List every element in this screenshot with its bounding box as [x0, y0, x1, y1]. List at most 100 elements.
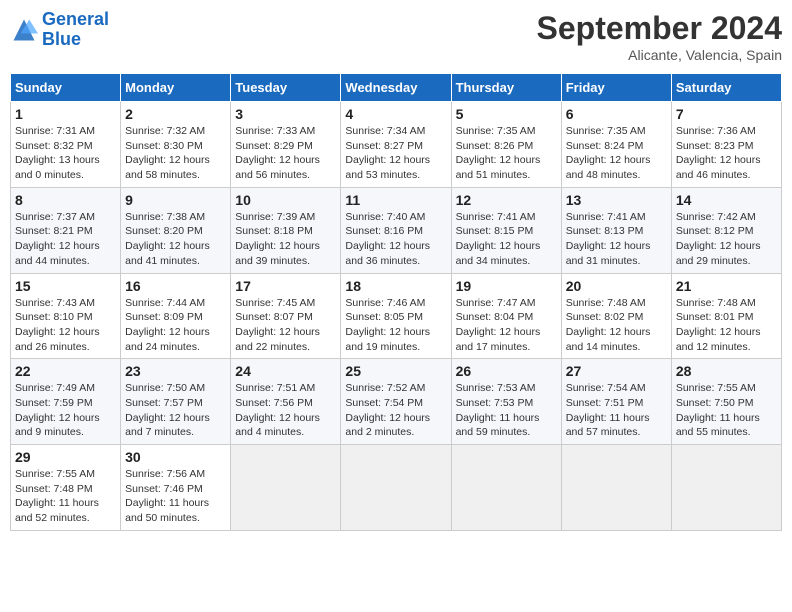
day-info: Sunrise: 7:41 AMSunset: 8:13 PMDaylight:… [566, 210, 667, 269]
logo: General Blue [10, 10, 109, 50]
day-info: Sunrise: 7:32 AMSunset: 8:30 PMDaylight:… [125, 124, 226, 183]
day-info: Sunrise: 7:34 AMSunset: 8:27 PMDaylight:… [345, 124, 446, 183]
weekday-header-saturday: Saturday [671, 74, 781, 102]
day-number: 24 [235, 363, 336, 379]
day-number: 23 [125, 363, 226, 379]
day-info: Sunrise: 7:38 AMSunset: 8:20 PMDaylight:… [125, 210, 226, 269]
calendar-cell: 20Sunrise: 7:48 AMSunset: 8:02 PMDayligh… [561, 273, 671, 359]
day-info: Sunrise: 7:33 AMSunset: 8:29 PMDaylight:… [235, 124, 336, 183]
day-info: Sunrise: 7:49 AMSunset: 7:59 PMDaylight:… [15, 381, 116, 440]
day-info: Sunrise: 7:52 AMSunset: 7:54 PMDaylight:… [345, 381, 446, 440]
weekday-header-sunday: Sunday [11, 74, 121, 102]
day-number: 7 [676, 106, 777, 122]
calendar-cell: 19Sunrise: 7:47 AMSunset: 8:04 PMDayligh… [451, 273, 561, 359]
month-title: September 2024 [537, 10, 782, 47]
day-number: 14 [676, 192, 777, 208]
page-header: General Blue September 2024 Alicante, Va… [10, 10, 782, 63]
calendar-cell: 11Sunrise: 7:40 AMSunset: 8:16 PMDayligh… [341, 187, 451, 273]
day-number: 26 [456, 363, 557, 379]
calendar-week-4: 22Sunrise: 7:49 AMSunset: 7:59 PMDayligh… [11, 359, 782, 445]
calendar-cell: 24 Sunrise: 7:51 AMSunset: 7:56 PMDayligh… [231, 359, 341, 445]
day-number: 18 [345, 278, 446, 294]
day-info: Sunrise: 7:31 AMSunset: 8:32 PMDaylight:… [15, 124, 116, 183]
day-info: Sunrise: 7:44 AMSunset: 8:09 PMDaylight:… [125, 296, 226, 355]
day-info: Sunrise: 7:51 AMSunset: 7:56 PMDaylight:… [235, 381, 336, 440]
calendar-cell: 14 Sunrise: 7:42 AMSunset: 8:12 PMDayligh… [671, 187, 781, 273]
day-number: 6 [566, 106, 667, 122]
calendar-cell: 12Sunrise: 7:41 AMSunset: 8:15 PMDayligh… [451, 187, 561, 273]
day-info: Sunrise: 7:43 AMSunset: 8:10 PMDaylight:… [15, 296, 116, 355]
day-number: 13 [566, 192, 667, 208]
day-info: Sunrise: 7:53 AMSunset: 7:53 PMDaylight:… [456, 381, 557, 440]
calendar-cell: 2 Sunrise: 7:32 AMSunset: 8:30 PMDaylight… [121, 102, 231, 188]
day-info: Sunrise: 7:54 AMSunset: 7:51 PMDaylight:… [566, 381, 667, 440]
calendar-cell: 3 Sunrise: 7:33 AMSunset: 8:29 PMDaylight… [231, 102, 341, 188]
day-number: 9 [125, 192, 226, 208]
calendar-cell: 18 Sunrise: 7:46 AMSunset: 8:05 PMDayligh… [341, 273, 451, 359]
calendar-cell: 4 Sunrise: 7:34 AMSunset: 8:27 PMDaylight… [341, 102, 451, 188]
day-number: 3 [235, 106, 336, 122]
day-number: 1 [15, 106, 116, 122]
day-info: Sunrise: 7:35 AMSunset: 8:24 PMDaylight:… [566, 124, 667, 183]
calendar-cell: 8 Sunrise: 7:37 AMSunset: 8:21 PMDaylight… [11, 187, 121, 273]
logo-blue: Blue [42, 29, 81, 49]
weekday-header-monday: Monday [121, 74, 231, 102]
day-number: 2 [125, 106, 226, 122]
day-info: Sunrise: 7:39 AMSunset: 8:18 PMDaylight:… [235, 210, 336, 269]
calendar-cell: 16Sunrise: 7:44 AMSunset: 8:09 PMDayligh… [121, 273, 231, 359]
day-number: 29 [15, 449, 116, 465]
day-number: 27 [566, 363, 667, 379]
day-number: 12 [456, 192, 557, 208]
day-number: 30 [125, 449, 226, 465]
calendar-cell: 9 Sunrise: 7:38 AMSunset: 8:20 PMDaylight… [121, 187, 231, 273]
day-info: Sunrise: 7:42 AMSunset: 8:12 PMDaylight:… [676, 210, 777, 269]
day-number: 28 [676, 363, 777, 379]
day-number: 15 [15, 278, 116, 294]
day-number: 8 [15, 192, 116, 208]
day-number: 21 [676, 278, 777, 294]
calendar-cell [231, 445, 341, 531]
day-number: 25 [345, 363, 446, 379]
day-info: Sunrise: 7:50 AMSunset: 7:57 PMDaylight:… [125, 381, 226, 440]
day-info: Sunrise: 7:56 AMSunset: 7:46 PMDaylight:… [125, 467, 226, 526]
calendar-cell: 29 Sunrise: 7:55 AMSunset: 7:48 PMDayligh… [11, 445, 121, 531]
calendar-week-1: 1 Sunrise: 7:31 AMSunset: 8:32 PMDaylight… [11, 102, 782, 188]
day-info: Sunrise: 7:36 AMSunset: 8:23 PMDaylight:… [676, 124, 777, 183]
calendar-cell: 17 Sunrise: 7:45 AMSunset: 8:07 PMDayligh… [231, 273, 341, 359]
calendar-cell: 13 Sunrise: 7:41 AMSunset: 8:13 PMDayligh… [561, 187, 671, 273]
logo-general: General [42, 9, 109, 29]
day-info: Sunrise: 7:40 AMSunset: 8:16 PMDaylight:… [345, 210, 446, 269]
weekday-header-row: SundayMondayTuesdayWednesdayThursdayFrid… [11, 74, 782, 102]
calendar-cell [561, 445, 671, 531]
calendar-cell: 23 Sunrise: 7:50 AMSunset: 7:57 PMDayligh… [121, 359, 231, 445]
weekday-header-thursday: Thursday [451, 74, 561, 102]
day-info: Sunrise: 7:35 AMSunset: 8:26 PMDaylight:… [456, 124, 557, 183]
day-info: Sunrise: 7:45 AMSunset: 8:07 PMDaylight:… [235, 296, 336, 355]
day-info: Sunrise: 7:48 AMSunset: 8:01 PMDaylight:… [676, 296, 777, 355]
day-number: 5 [456, 106, 557, 122]
day-number: 4 [345, 106, 446, 122]
day-number: 20 [566, 278, 667, 294]
logo-text: General Blue [42, 10, 109, 50]
calendar-cell: 10 Sunrise: 7:39 AMSunset: 8:18 PMDayligh… [231, 187, 341, 273]
day-info: Sunrise: 7:47 AMSunset: 8:04 PMDaylight:… [456, 296, 557, 355]
calendar-cell [671, 445, 781, 531]
day-number: 10 [235, 192, 336, 208]
calendar-cell: 7 Sunrise: 7:36 AMSunset: 8:23 PMDaylight… [671, 102, 781, 188]
calendar-cell: 28Sunrise: 7:55 AMSunset: 7:50 PMDayligh… [671, 359, 781, 445]
calendar-week-3: 15 Sunrise: 7:43 AMSunset: 8:10 PMDayligh… [11, 273, 782, 359]
calendar-cell: 25 Sunrise: 7:52 AMSunset: 7:54 PMDayligh… [341, 359, 451, 445]
calendar-cell: 21 Sunrise: 7:48 AMSunset: 8:01 PMDayligh… [671, 273, 781, 359]
weekday-header-wednesday: Wednesday [341, 74, 451, 102]
day-info: Sunrise: 7:37 AMSunset: 8:21 PMDaylight:… [15, 210, 116, 269]
title-block: September 2024 Alicante, Valencia, Spain [537, 10, 782, 63]
day-number: 17 [235, 278, 336, 294]
calendar-cell: 1 Sunrise: 7:31 AMSunset: 8:32 PMDaylight… [11, 102, 121, 188]
calendar-table: SundayMondayTuesdayWednesdayThursdayFrid… [10, 73, 782, 531]
day-info: Sunrise: 7:46 AMSunset: 8:05 PMDaylight:… [345, 296, 446, 355]
logo-icon [10, 16, 38, 44]
calendar-week-2: 8 Sunrise: 7:37 AMSunset: 8:21 PMDaylight… [11, 187, 782, 273]
weekday-header-friday: Friday [561, 74, 671, 102]
location-subtitle: Alicante, Valencia, Spain [537, 47, 782, 63]
day-info: Sunrise: 7:55 AMSunset: 7:48 PMDaylight:… [15, 467, 116, 526]
